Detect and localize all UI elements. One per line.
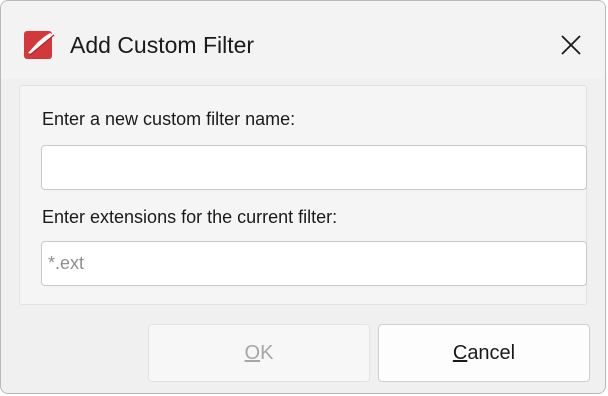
close-button[interactable] (551, 25, 591, 65)
filter-name-input[interactable] (41, 145, 587, 190)
ok-accelerator: O (244, 341, 261, 364)
filter-name-label: Enter a new custom filter name: (42, 109, 296, 129)
add-custom-filter-dialog: Add Custom Filter Enter a new custom fil… (0, 0, 606, 394)
close-icon (561, 35, 581, 55)
ok-label-rest: K (260, 341, 274, 364)
extensions-label: Enter extensions for the current filter: (42, 207, 338, 227)
pdf-editor-logo-icon (24, 31, 55, 59)
cancel-button[interactable]: Cancel (378, 324, 590, 382)
dialog-title: Add Custom Filter (70, 32, 255, 58)
ok-button[interactable]: OK (148, 324, 370, 382)
cancel-label-rest: ancel (467, 341, 516, 364)
cancel-accelerator: C (452, 341, 468, 364)
title-bar: Add Custom Filter (1, 1, 605, 79)
filter-form-panel: Enter a new custom filter name: Enter ex… (19, 85, 587, 305)
extensions-input[interactable] (41, 241, 587, 286)
